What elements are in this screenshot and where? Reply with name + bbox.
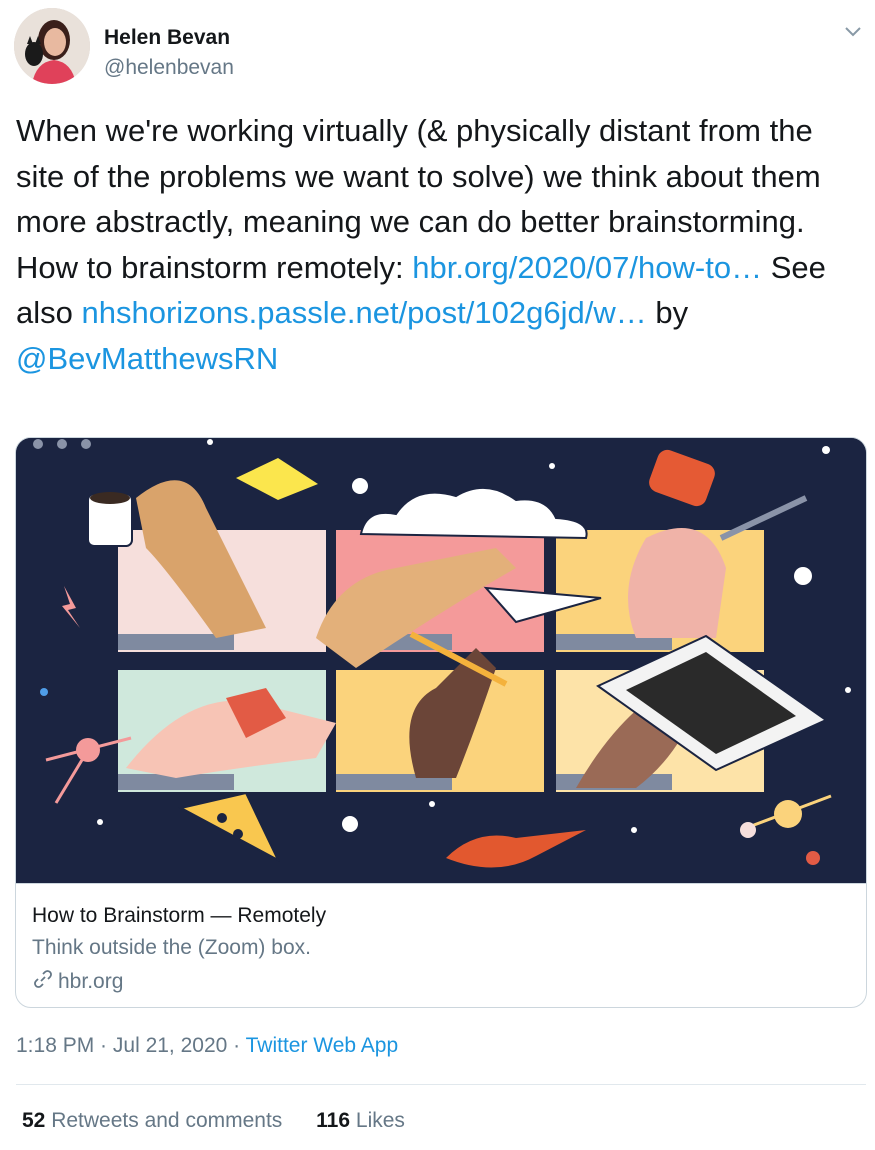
link-card[interactable]: How to Brainstorm — Remotely Think outsi… xyxy=(15,437,867,1008)
tweet-time[interactable]: 1:18 PM xyxy=(16,1034,94,1057)
meta-separator: · xyxy=(94,1034,113,1057)
tweet-date[interactable]: Jul 21, 2020 xyxy=(113,1034,227,1057)
tweet-source-link[interactable]: Twitter Web App xyxy=(246,1034,399,1057)
likes-label: Likes xyxy=(355,1109,405,1132)
tweet-stats: 52 Retweets and comments 116 Likes xyxy=(22,1109,433,1133)
retweets-stat[interactable]: 52 Retweets and comments xyxy=(22,1109,282,1133)
hbr-link[interactable]: hbr.org/2020/07/how-to… xyxy=(412,250,762,285)
retweets-label: Retweets and comments xyxy=(51,1109,283,1132)
link-icon xyxy=(32,968,54,996)
author-name[interactable]: Helen Bevan xyxy=(104,26,230,50)
tweet-header: Helen Bevan @helenbevan xyxy=(14,8,864,88)
mention-link[interactable]: @BevMatthewsRN xyxy=(16,341,278,376)
likes-stat[interactable]: 116 Likes xyxy=(316,1109,405,1133)
avatar[interactable] xyxy=(14,8,90,84)
card-illustration[interactable] xyxy=(16,438,866,883)
retweets-count: 52 xyxy=(22,1109,46,1132)
author-handle[interactable]: @helenbevan xyxy=(104,56,234,80)
divider xyxy=(16,1084,866,1085)
tweet-meta: 1:18 PM · Jul 21, 2020 · Twitter Web App xyxy=(16,1034,398,1058)
meta-separator: · xyxy=(227,1034,246,1057)
tweet-text: When we're working virtually (& physical… xyxy=(16,108,861,381)
likes-count: 116 xyxy=(316,1109,351,1132)
card-domain: hbr.org xyxy=(32,968,123,996)
chevron-down-icon[interactable] xyxy=(842,20,864,42)
tweet-text-part: by xyxy=(646,295,689,330)
nhshorizons-link[interactable]: nhshorizons.passle.net/post/102g6jd/w… xyxy=(81,295,646,330)
card-meta[interactable]: How to Brainstorm — Remotely Think outsi… xyxy=(16,883,866,1007)
card-description: Think outside the (Zoom) box. xyxy=(32,936,311,959)
card-domain-text: hbr.org xyxy=(58,970,124,993)
card-title[interactable]: How to Brainstorm — Remotely xyxy=(32,904,326,928)
